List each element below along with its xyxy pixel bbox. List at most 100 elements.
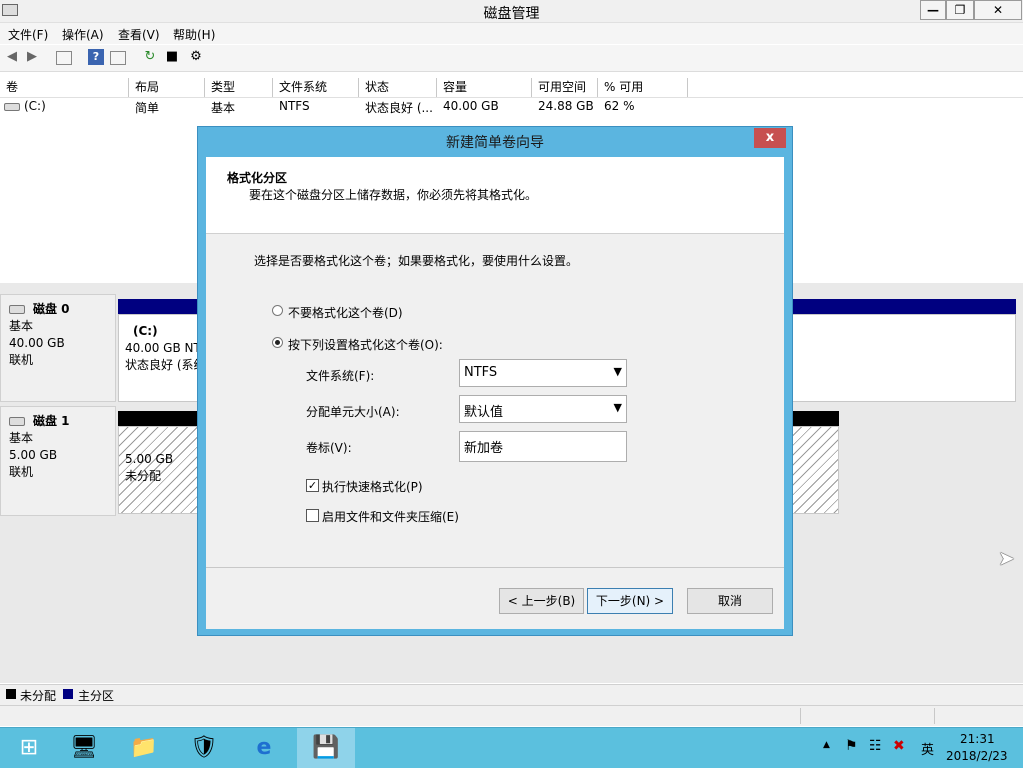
radio-format-label[interactable]: 按下列设置格式化这个卷(O): [288,336,443,353]
internet-explorer-icon[interactable]: e [235,728,293,768]
toolbar: ◀ ▶ ? ↻ ■ ⚙ [0,45,1023,72]
disk-icon [9,305,25,314]
col-type[interactable]: 类型 [205,78,273,97]
disk-size: 40.00 GB [9,336,65,350]
volume-muted-icon[interactable]: ✖ [893,738,905,754]
cancel-button[interactable]: 取消 [687,588,773,614]
ime-indicator[interactable]: 英 [921,739,934,758]
quick-format-label[interactable]: 执行快速格式化(P) [322,478,423,495]
col-volume[interactable]: 卷 [0,78,129,97]
cell-free-space: 24.88 GB [538,99,594,113]
legend-swatch-unallocated [6,689,16,699]
file-explorer-icon[interactable]: 📁 [115,728,173,768]
legend: 未分配 主分区 [0,684,1023,705]
radio-format[interactable] [272,337,283,348]
cell-layout: 简单 [135,101,160,115]
filesystem-value: NTFS [464,365,498,380]
col-layout[interactable]: 布局 [129,78,205,97]
restore-button[interactable]: ❐ [946,0,974,20]
allocation-unit-select[interactable]: 默认值 ▼ [459,395,627,423]
disk-status: 联机 [9,353,34,367]
settings-icon[interactable]: ⚙ [188,49,204,65]
col-free-space[interactable]: 可用空间 [532,78,598,97]
disk-name: 磁盘 0 [33,302,70,316]
disk-management-icon[interactable]: 💾 [297,728,355,768]
quick-format-checkbox[interactable]: ✓ [306,479,319,492]
clock-date[interactable]: 2018/2/23 [946,749,1008,763]
col-filesystem[interactable]: 文件系统 [273,78,359,97]
properties-icon[interactable] [110,51,126,65]
col-percent-free[interactable]: % 可用 [598,78,688,97]
volume-list-header: 卷 布局 类型 文件系统 状态 容量 可用空间 % 可用 [0,78,1023,98]
filesystem-label: 文件系统(F): [306,369,375,383]
status-divider [800,708,801,724]
server-manager-icon[interactable]: 🖥 [55,728,113,768]
compression-checkbox[interactable] [306,509,319,522]
taskbar: ⊞ 🖥 📁 🛡 e 💾 ▲ ⚑ ☷ ✖ 英 21:31 2018/2/23 [0,727,1023,768]
minimize-button[interactable]: — [920,0,946,20]
allocation-unit-value: 默认值 [464,405,504,420]
powershell-icon[interactable]: 🛡 [175,728,233,768]
disk-size: 5.00 GB [9,448,58,462]
cell-status: 状态良好 (... [365,101,433,115]
back-arrow-icon[interactable]: ◀ [4,49,20,65]
back-button[interactable]: < 上一步(B) [499,588,584,614]
wizard-subheading: 要在这个磁盘分区上储存数据，你必须先将其格式化。 [249,188,538,202]
wizard-header: 格式化分区 要在这个磁盘分区上储存数据，你必须先将其格式化。 [206,157,784,234]
close-button[interactable]: ✕ [974,0,1022,20]
volume-label-value: 新加卷 [464,441,504,456]
show-hidden-icons-icon[interactable]: ▲ [823,740,830,750]
volume-label-input[interactable]: 新加卷 [459,431,627,462]
dialog-title: 新建简单卷向导 [446,135,544,151]
col-status[interactable]: 状态 [359,78,437,97]
flag-icon[interactable]: ⚑ [845,738,858,754]
menu-file[interactable]: 文件(F) [8,26,48,43]
disk-0-label[interactable]: 磁盘 0 基本 40.00 GB 联机 [0,294,116,402]
cell-volume: (C:) [24,99,46,113]
wizard-heading: 格式化分区 [227,171,288,185]
dialog-close-button[interactable]: x [754,128,786,148]
disk-icon [9,417,25,426]
start-icon[interactable]: ⊞ [0,728,58,768]
volume-icon [4,103,20,111]
radio-no-format[interactable] [272,305,283,316]
legend-primary: 主分区 [78,689,115,703]
col-capacity[interactable]: 容量 [437,78,532,97]
menu-view[interactable]: 查看(V) [118,26,160,43]
console-tree-icon[interactable] [56,51,72,65]
legend-unallocated: 未分配 [20,689,57,703]
volume-label-label: 卷标(V): [306,441,352,455]
allocation-unit-label: 分配单元大小(A): [306,405,400,419]
compression-label[interactable]: 启用文件和文件夹压缩(E) [322,508,459,525]
window-title: 磁盘管理 [483,6,540,22]
refresh-icon[interactable]: ↻ [142,49,158,65]
filesystem-select[interactable]: NTFS ▼ [459,359,627,387]
menu-help[interactable]: 帮助(H) [173,26,215,43]
chevron-down-icon: ▼ [613,401,622,414]
table-row[interactable]: (C:) 简单 基本 NTFS 状态良好 (... 40.00 GB 24.88… [0,99,1023,117]
network-icon[interactable]: ☷ [869,738,882,754]
forward-arrow-icon[interactable]: ▶ [24,49,40,65]
chevron-down-icon: ▼ [613,365,622,378]
disk-type: 基本 [9,319,34,333]
status-divider [934,708,935,724]
cell-filesystem: NTFS [279,99,310,113]
cell-capacity: 40.00 GB [443,99,499,113]
clock-time[interactable]: 21:31 [960,732,995,746]
cell-type: 基本 [211,101,236,115]
radio-no-format-label[interactable]: 不要格式化这个卷(D) [288,304,403,321]
footer-divider [206,567,784,568]
next-button[interactable]: 下一步(N) > [587,588,673,614]
disk-status: 联机 [9,465,34,479]
help-icon[interactable]: ? [88,49,104,65]
wizard-prompt: 选择是否要格式化这个卷；如果要格式化，要使用什么设置。 [254,254,579,268]
dialog-body: 格式化分区 要在这个磁盘分区上储存数据，你必须先将其格式化。 选择是否要格式化这… [206,157,784,629]
menu-bar: 文件(F) 操作(A) 查看(V) 帮助(H) [0,23,1023,44]
disk-properties-icon[interactable]: ■ [164,49,180,65]
disk-1-label[interactable]: 磁盘 1 基本 5.00 GB 联机 [0,406,116,516]
legend-swatch-primary [63,689,73,699]
window-titlebar: 磁盘管理 — ❐ ✕ [0,0,1023,23]
partition-label: (C:) [133,324,158,338]
mouse-cursor-icon: ➤ [998,546,1015,570]
menu-action[interactable]: 操作(A) [62,26,104,43]
